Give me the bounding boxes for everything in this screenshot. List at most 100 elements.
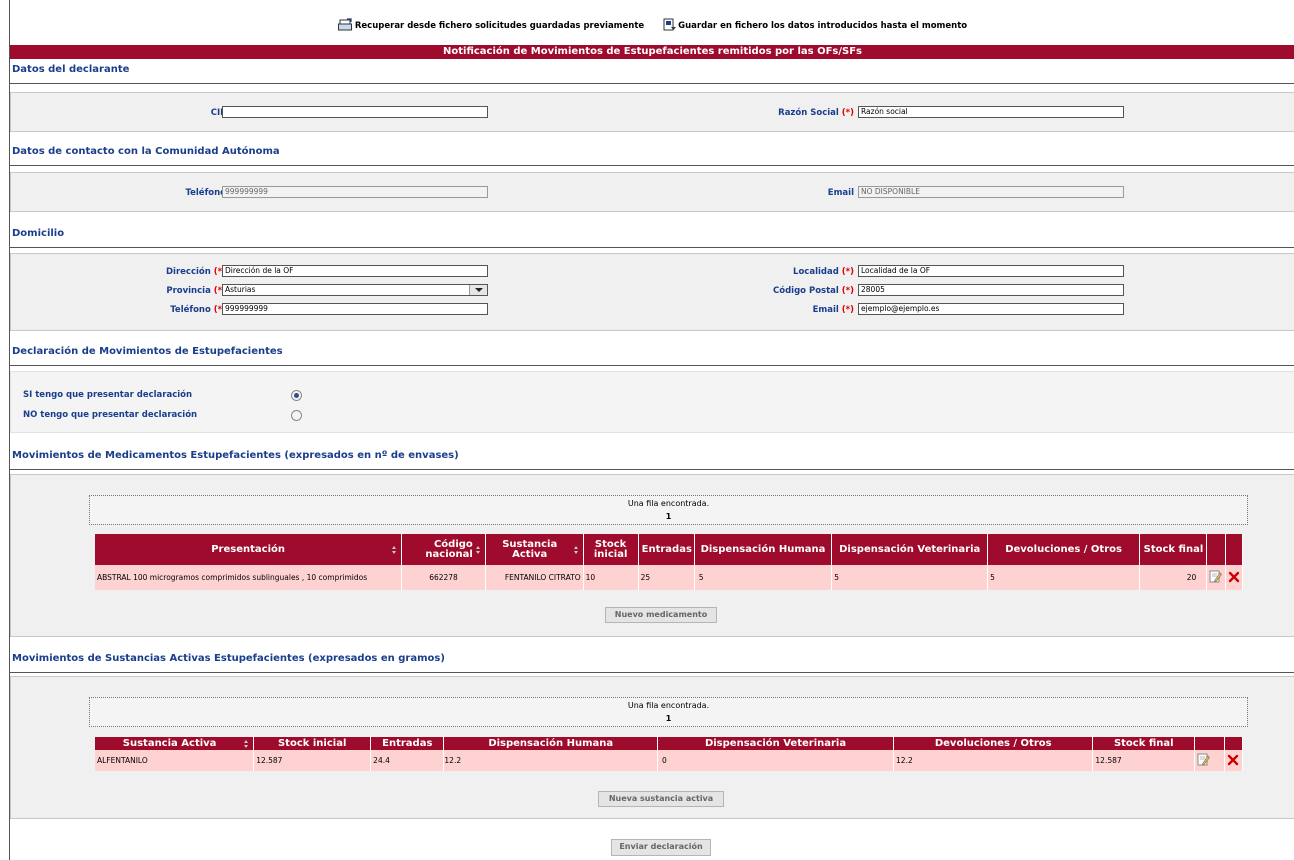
col-dispensacion-veterinaria: Dispensación Veterinaria [831,534,989,565]
required-mark: (*) [841,286,854,296]
col-entradas: Entradas [638,534,695,565]
medicamentos-paginator: Una fila encontrada. 1 [89,495,1248,525]
sustancias-paginator: Una fila encontrada. 1 [89,697,1248,727]
cell-dispensacion-humana: 5 [694,565,833,590]
save-link[interactable]: Guardar en fichero los datos introducido… [663,18,967,31]
provincia-select[interactable]: Asturias [222,284,488,296]
col-stock-inicial: Stock inicial [253,737,372,750]
cell-devoluciones-otros: 12.2 [893,750,1094,771]
contacto-telefono-input[interactable]: 999999999 [222,186,488,198]
col-stock-final: Stock final [1092,737,1196,750]
col-edit-header [1206,534,1226,565]
domicilio-telefono-label-text: Teléfono [170,305,211,315]
section-title-declarante: Datos del declarante [10,64,1294,84]
no-declaracion-label: NO tengo que presentar declaración [23,410,198,420]
domicilio-email-input[interactable]: ejemplo@ejemplo.es [858,303,1124,315]
page-number-button[interactable]: 1 [90,712,1247,725]
save-link-label: Guardar en fichero los datos introducido… [678,21,968,31]
domicilio-email-label: Email (*) [813,305,854,315]
localidad-label: Localidad (*) [793,267,854,277]
delete-icon[interactable] [1227,754,1239,766]
sort-icon[interactable] [244,739,249,748]
col-sustancia-activa[interactable]: Sustancia Activa [485,534,584,565]
cell-entradas: 24.4 [370,750,445,771]
col-sustancia-activa[interactable]: Sustancia Activa [95,737,255,750]
cell-dispensacion-humana: 12.2 [443,750,659,771]
col-sustancia-activa-label: Sustancia Activa [502,538,558,560]
col-delete-header [1225,534,1244,565]
col-devoluciones-otros: Devoluciones / Otros [893,737,1094,750]
provincia-label: Provincia (*) [166,286,226,296]
razon-social-label: Razón Social (*) [778,108,854,118]
top-links: Recuperar desde fichero solicitudes guar… [10,18,1294,34]
nueva-sustancia-activa-button[interactable]: Nueva sustancia activa [598,791,724,807]
recover-link[interactable]: Recuperar desde fichero solicitudes guar… [337,18,645,31]
page-number-button[interactable]: 1 [90,510,1247,523]
required-mark: (*) [841,305,854,315]
table-row: ABSTRAL 100 microgramos comprimidos subl… [95,565,1244,590]
section-title-domicilio: Domicilio [10,228,1294,248]
page-title: Notificación de Movimientos de Estupefac… [10,45,1294,59]
col-dispensacion-humana: Dispensación Humana [443,737,659,750]
contacto-email-input[interactable]: NO DISPONIBLE [858,186,1124,198]
delete-icon[interactable] [1228,571,1240,583]
codigo-postal-input[interactable]: 28005 [858,284,1124,296]
direccion-input[interactable]: Dirección de la OF [222,265,488,277]
si-declaracion-radio[interactable] [291,390,302,401]
domicilio-email-label-text: Email [812,305,839,315]
col-codigo-nacional-label: Código nacional [425,538,473,560]
delete-cell [1224,750,1244,771]
col-devoluciones-otros: Devoluciones / Otros [987,534,1140,565]
cell-devoluciones-otros: 5 [987,565,1140,590]
enviar-declaracion-button[interactable]: Enviar declaración [611,839,711,856]
provincia-label-text: Provincia [166,286,211,296]
si-declaracion-label: SI tengo que presentar declaración [23,390,193,400]
razon-social-input[interactable]: Razón social [858,106,1124,118]
required-mark: (*) [841,267,854,277]
cell-stock-final: 20 [1139,565,1208,590]
cif-input[interactable] [222,106,488,118]
col-dispensacion-humana: Dispensación Humana [694,534,833,565]
declaracion-panel: SI tengo que presentar declaración NO te… [10,371,1294,433]
cell-stock-inicial: 10 [583,565,639,590]
provincia-selected-value: Asturias [225,285,256,294]
cell-presentacion: ABSTRAL 100 microgramos comprimidos subl… [95,565,403,590]
codigo-postal-label-text: Código Postal [773,286,839,296]
section-title-declaracion: Declaración de Movimientos de Estupefaci… [10,346,1294,366]
cell-sustancia-activa: FENTANILO CITRATO [485,565,584,590]
sustancias-found-text: Una fila encontrada. [627,701,710,710]
edit-cell [1206,565,1226,590]
sustancias-header-row: Sustancia Activa Stock inicial Entradas … [95,737,1244,750]
medicamentos-found-text: Una fila encontrada. [627,499,710,508]
nuevo-medicamento-button[interactable]: Nuevo medicamento [605,607,717,623]
recover-link-label: Recuperar desde fichero solicitudes guar… [354,21,645,31]
chevron-down-icon[interactable] [469,285,487,295]
col-delete-header [1224,737,1244,750]
col-dispensacion-veterinaria: Dispensación Veterinaria [657,737,895,750]
col-sustancia-activa-label: Sustancia Activa [122,737,217,749]
col-presentacion[interactable]: Presentación [95,534,403,565]
declarante-panel: CIF Razón Social (*) Razón social [10,92,1294,132]
col-codigo-nacional[interactable]: Código nacional [401,534,486,565]
cell-dispensacion-veterinaria: 5 [831,565,989,590]
section-title-medicamentos: Movimientos de Medicamentos Estupefacien… [10,450,1294,470]
edit-icon[interactable] [1209,570,1223,583]
medicamentos-header-row: Presentación Código nacional Sustancia A… [95,534,1244,565]
direccion-label-text: Dirección [166,267,211,277]
col-stock-final: Stock final [1139,534,1208,565]
cell-sustancia-activa: ALFENTANILO [95,750,255,771]
sort-icon[interactable] [573,545,579,554]
edit-icon[interactable] [1197,753,1211,766]
sort-icon[interactable] [392,545,397,554]
razon-social-label-text: Razón Social [778,108,839,118]
localidad-label-text: Localidad [793,267,839,277]
cell-stock-inicial: 12.587 [253,750,372,771]
col-edit-header [1194,737,1225,750]
no-declaracion-radio[interactable] [291,410,302,421]
domicilio-telefono-input[interactable]: 999999999 [222,303,488,315]
section-title-sustancias: Movimientos de Sustancias Activas Estupe… [10,653,1294,673]
sort-icon[interactable] [475,545,481,554]
open-file-icon [337,18,352,31]
required-mark: (*) [841,108,854,118]
localidad-input[interactable]: Localidad de la OF [858,265,1124,277]
